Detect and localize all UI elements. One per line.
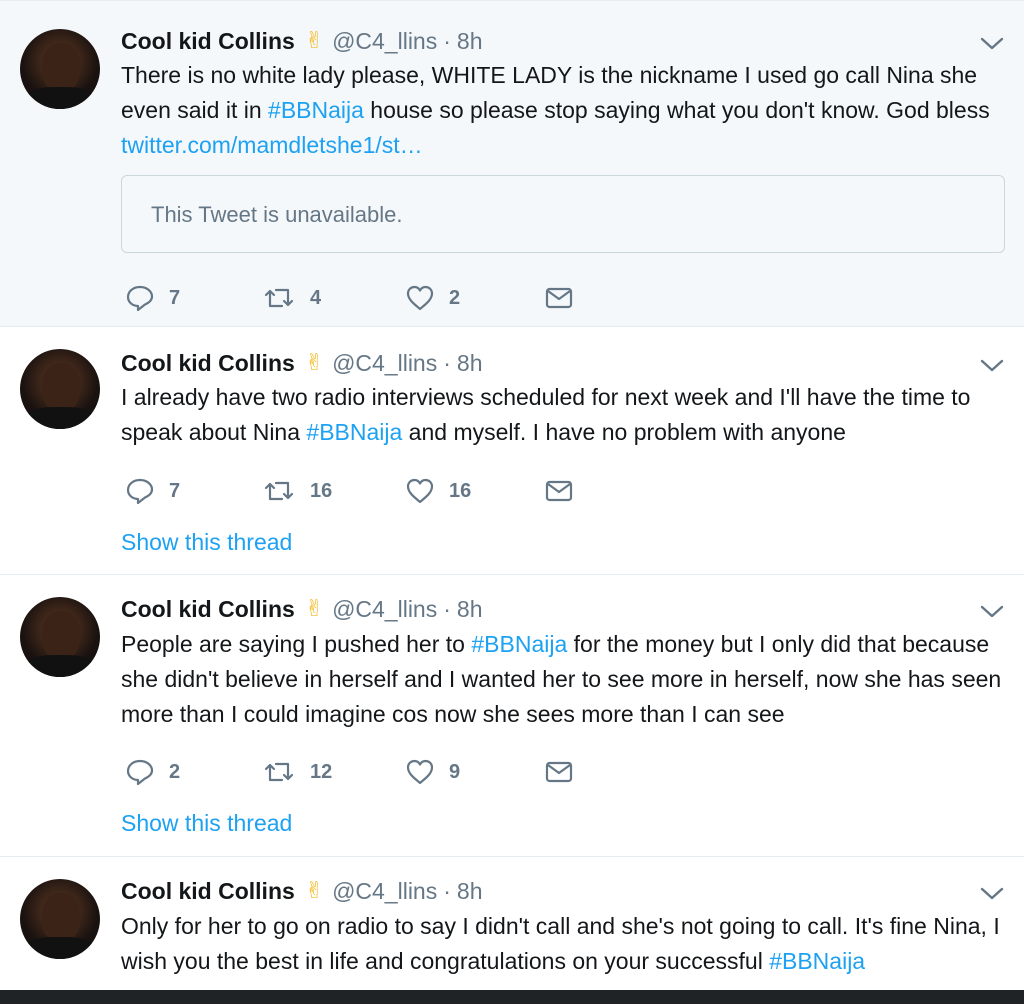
tweet[interactable]: Cool kid Collins ✌ @C4_llins · 8h Only f… <box>0 856 1024 1004</box>
separator-dot: · <box>443 595 451 622</box>
author-name[interactable]: Cool kid Collins <box>121 878 295 905</box>
tweet-actions: 7 4 2 <box>121 283 581 313</box>
dm-button[interactable] <box>545 283 573 313</box>
retweet-button[interactable]: 16 <box>262 476 332 506</box>
avatar[interactable] <box>20 597 100 677</box>
retweet-button[interactable]: 4 <box>262 283 321 313</box>
bottom-taskbar-edge <box>0 990 1024 1004</box>
tweet-actions: 2 12 9 <box>121 757 581 787</box>
author-name[interactable]: Cool kid Collins <box>121 350 295 377</box>
separator-dot: · <box>443 349 451 376</box>
tweet-text-part: People are saying I pushed her to <box>121 631 472 657</box>
tweet-text-part: Only for her to go on radio to say I did… <box>121 913 1000 974</box>
like-count: 9 <box>449 760 461 783</box>
retweet-count: 12 <box>310 760 333 783</box>
author-name[interactable]: Cool kid Collins <box>121 596 295 623</box>
timestamp[interactable]: 8h <box>457 350 483 377</box>
reply-count: 7 <box>169 286 181 309</box>
like-icon <box>406 478 434 504</box>
reply-button[interactable]: 2 <box>125 757 180 787</box>
tweet-header: Cool kid Collins ✌ @C4_llins · 8h <box>121 26 483 56</box>
hashtag-link[interactable]: #BBNaija <box>769 948 865 974</box>
dm-button[interactable] <box>545 476 573 506</box>
dm-icon <box>545 287 573 309</box>
like-count: 16 <box>449 479 472 502</box>
tweet[interactable]: Cool kid Collins ✌ @C4_llins · 8h There … <box>0 0 1024 326</box>
tweet-header: Cool kid Collins ✌ @C4_llins · 8h <box>121 348 483 378</box>
tweet-text-part: and myself. I have no problem with anyon… <box>402 419 846 445</box>
like-icon <box>406 285 434 311</box>
show-thread-link[interactable]: Show this thread <box>121 810 292 837</box>
tweet[interactable]: Cool kid Collins ✌ @C4_llins · 8h People… <box>0 574 1024 856</box>
reply-icon <box>126 478 154 505</box>
timestamp[interactable]: 8h <box>457 28 483 55</box>
avatar[interactable] <box>20 349 100 429</box>
victory-hand-emoji: ✌ <box>304 350 325 376</box>
reply-count: 7 <box>169 479 181 502</box>
tweet-header: Cool kid Collins ✌ @C4_llins · 8h <box>121 594 483 624</box>
url-link[interactable]: twitter.com/mamdletshe1/st… <box>121 132 423 158</box>
separator-dot: · <box>443 877 451 904</box>
separator-dot: · <box>443 27 451 54</box>
author-handle[interactable]: @C4_llins <box>332 350 437 377</box>
author-handle[interactable]: @C4_llins <box>332 28 437 55</box>
caret-down-icon[interactable] <box>979 355 1005 375</box>
show-thread-link[interactable]: Show this thread <box>121 529 292 556</box>
like-button[interactable]: 16 <box>405 476 471 506</box>
victory-hand-emoji: ✌ <box>304 596 325 622</box>
avatar[interactable] <box>20 879 100 959</box>
tweet-text: People are saying I pushed her to #BBNai… <box>121 627 1011 732</box>
tweet[interactable]: Cool kid Collins ✌ @C4_llins · 8h I alre… <box>0 326 1024 574</box>
like-icon <box>406 759 434 785</box>
retweet-count: 4 <box>310 286 322 309</box>
like-button[interactable]: 9 <box>405 757 460 787</box>
hashtag-link[interactable]: #BBNaija <box>471 631 567 657</box>
reply-count: 2 <box>169 760 181 783</box>
tweet-text: I already have two radio interviews sche… <box>121 380 1011 450</box>
author-handle[interactable]: @C4_llins <box>332 878 437 905</box>
like-button[interactable]: 2 <box>405 283 460 313</box>
caret-down-icon[interactable] <box>979 883 1005 903</box>
tweet-header: Cool kid Collins ✌ @C4_llins · 8h <box>121 876 483 906</box>
dm-icon <box>545 761 573 783</box>
reply-icon <box>126 759 154 786</box>
author-handle[interactable]: @C4_llins <box>332 596 437 623</box>
retweet-icon <box>264 762 294 782</box>
caret-down-icon[interactable] <box>979 601 1005 621</box>
timestamp[interactable]: 8h <box>457 878 483 905</box>
like-count: 2 <box>449 286 461 309</box>
hashtag-link[interactable]: #BBNaija <box>306 419 402 445</box>
victory-hand-emoji: ✌ <box>304 28 325 54</box>
tweet-text: Only for her to go on radio to say I did… <box>121 909 1011 979</box>
hashtag-link[interactable]: #BBNaija <box>268 97 364 123</box>
author-name[interactable]: Cool kid Collins <box>121 28 295 55</box>
retweet-count: 16 <box>310 479 333 502</box>
avatar[interactable] <box>20 29 100 109</box>
reply-icon <box>126 285 154 312</box>
dm-button[interactable] <box>545 757 573 787</box>
tweet-text-part: house so please stop saying what you don… <box>363 97 990 123</box>
retweet-button[interactable]: 12 <box>262 757 332 787</box>
retweet-icon <box>264 288 294 308</box>
quoted-tweet-unavailable: This Tweet is unavailable. <box>121 175 1005 253</box>
victory-hand-emoji: ✌ <box>304 878 325 904</box>
retweet-icon <box>264 481 294 501</box>
timestamp[interactable]: 8h <box>457 596 483 623</box>
tweet-text: There is no white lady please, WHITE LAD… <box>121 58 1011 163</box>
caret-down-icon[interactable] <box>979 33 1005 53</box>
dm-icon <box>545 480 573 502</box>
reply-button[interactable]: 7 <box>125 476 180 506</box>
reply-button[interactable]: 7 <box>125 283 180 313</box>
tweet-actions: 7 16 16 <box>121 476 581 506</box>
